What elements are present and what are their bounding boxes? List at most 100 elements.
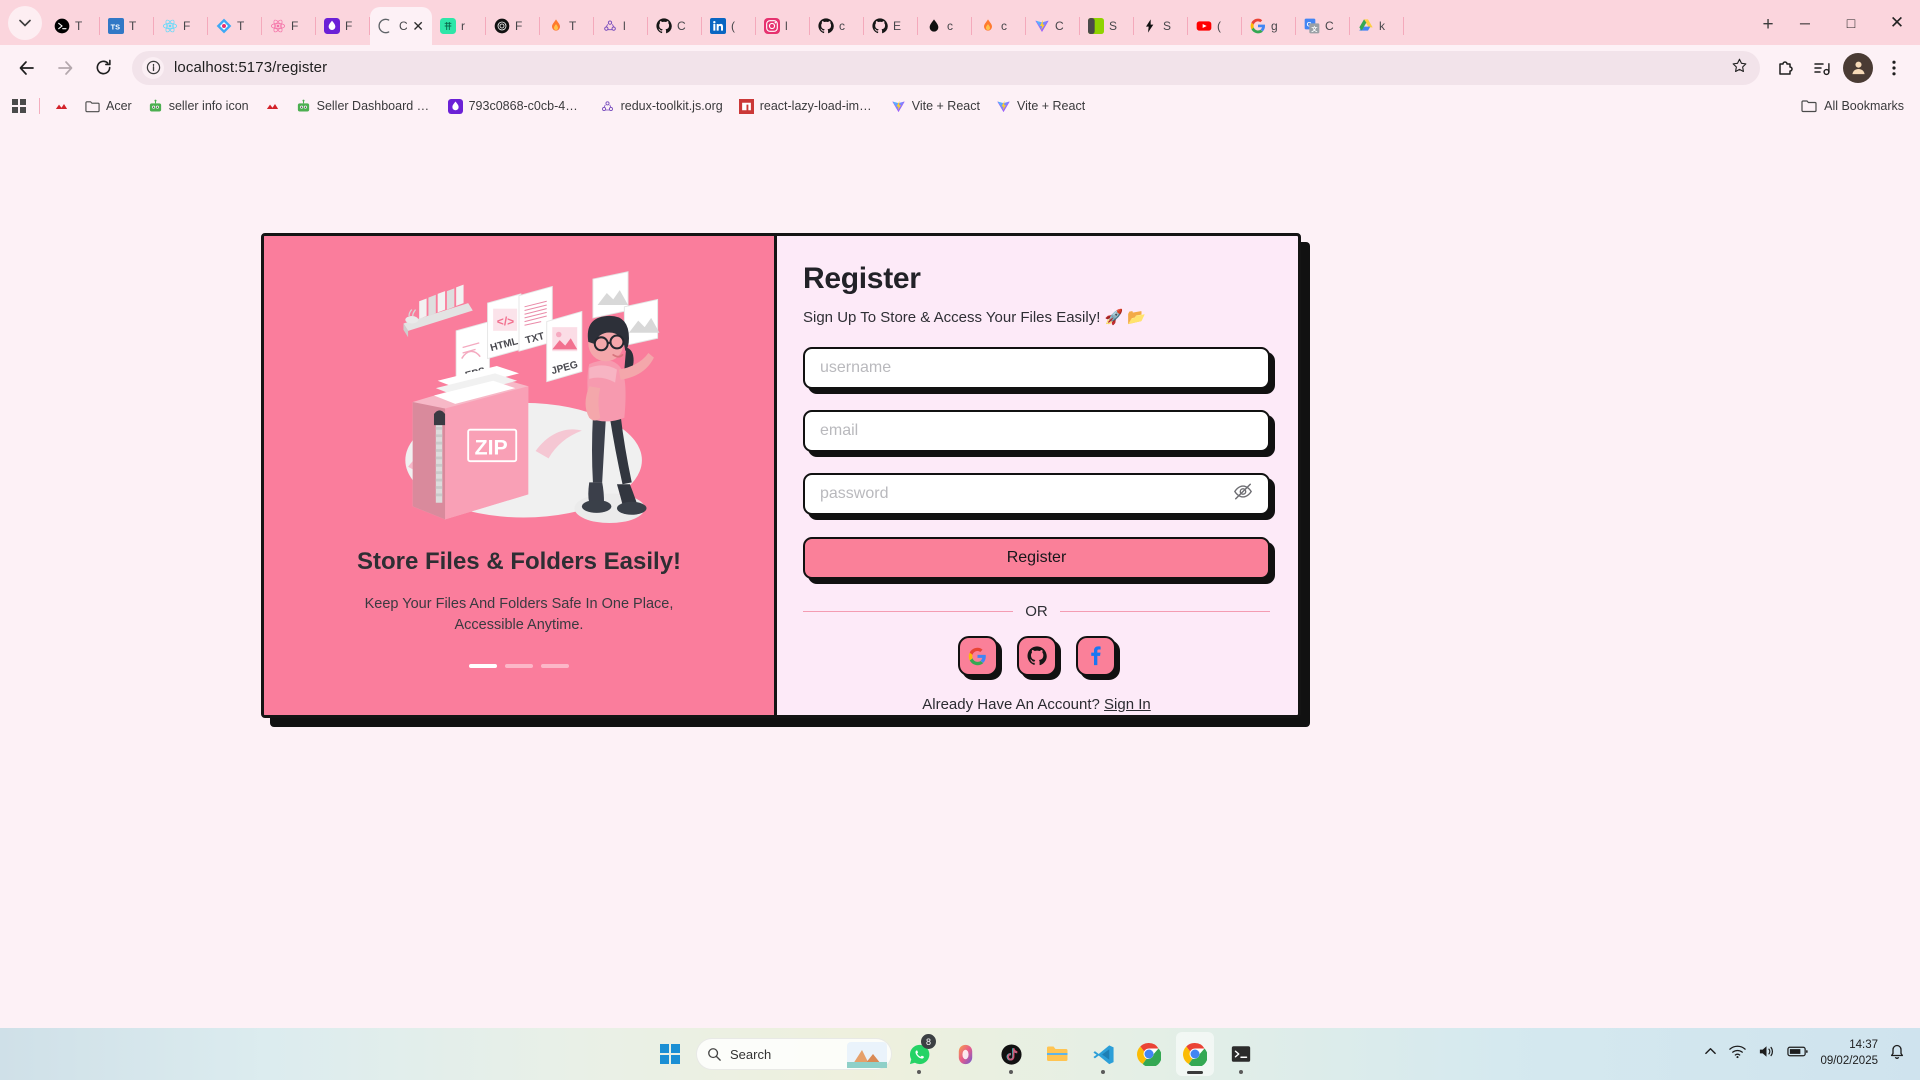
bookmark-item-1[interactable]: seller info icon (141, 95, 256, 118)
browser-tab-8[interactable]: F (486, 7, 540, 45)
username-input[interactable] (803, 347, 1270, 389)
github-icon (1027, 646, 1047, 666)
start-button[interactable] (660, 1044, 680, 1064)
carousel-dot-3[interactable] (541, 664, 569, 669)
vite-icon (1034, 18, 1050, 34)
taskbar-app-tiktok[interactable] (992, 1032, 1030, 1076)
carousel-dots[interactable] (469, 664, 569, 669)
bookmark-label: Seller Dashboard | T... (316, 99, 432, 113)
linkedin-icon (710, 18, 726, 34)
browser-tab-6[interactable]: C ✕ (370, 7, 432, 45)
arrow-left-icon (19, 60, 34, 75)
tab-title: F (515, 19, 523, 33)
browser-tab-13[interactable]: l (756, 7, 810, 45)
reload-button[interactable] (84, 49, 122, 87)
browser-tab-17[interactable]: c (972, 7, 1026, 45)
bookmark-star-icon[interactable] (1731, 57, 1748, 78)
bookmark-item-3[interactable]: 793c0868-c0cb-48e... (441, 95, 591, 118)
browser-tab-22[interactable]: g (1242, 7, 1296, 45)
taskbar-app-chrome-active[interactable] (1176, 1032, 1214, 1076)
bookmark-item-4[interactable]: redux-toolkit.js.org (593, 95, 730, 118)
bookmark-item-6[interactable]: Vite + React (884, 95, 987, 118)
browser-tab-7[interactable]: r (432, 7, 486, 45)
close-tab-button[interactable]: ✕ (412, 19, 424, 33)
browser-tab-20[interactable]: S (1134, 7, 1188, 45)
kebab-menu-icon (1892, 60, 1896, 75)
battery-icon[interactable] (1787, 1045, 1809, 1063)
tab-title: l (785, 19, 788, 33)
register-submit-button[interactable]: Register (803, 537, 1270, 579)
browser-tab-5[interactable]: F (316, 7, 370, 45)
bookmark-item-0[interactable]: Acer (78, 95, 139, 118)
facebook-login-button[interactable] (1075, 636, 1116, 676)
divider-line-right (1059, 611, 1270, 612)
google-drive-icon (1358, 18, 1374, 34)
tab-title: F (183, 19, 191, 33)
taskbar-app-vs-code[interactable] (1084, 1032, 1122, 1076)
email-input[interactable] (803, 410, 1270, 452)
address-bar-url[interactable]: localhost:5173/register (174, 59, 327, 76)
bookmark-item-2[interactable]: Seller Dashboard | T... (289, 95, 439, 118)
browser-tab-19[interactable]: S (1080, 7, 1134, 45)
taskbar-app-file-explorer[interactable] (1038, 1032, 1076, 1076)
browser-tab-16[interactable]: c (918, 7, 972, 45)
bookmark-item-7[interactable]: Vite + React (989, 95, 1092, 118)
close-window-button[interactable]: ✕ (1874, 0, 1920, 45)
site-info-icon[interactable] (142, 56, 164, 79)
notifications-bell-icon[interactable] (1890, 1044, 1904, 1065)
reload-icon (96, 59, 111, 75)
volume-icon[interactable] (1758, 1044, 1775, 1064)
tab-title: r (461, 19, 465, 33)
taskbar-app-terminal[interactable] (1222, 1032, 1260, 1076)
carousel-dot-1[interactable] (469, 664, 497, 669)
taskbar-clock[interactable]: 14:37 09/02/2025 (1820, 1038, 1878, 1069)
browser-tab-14[interactable]: c (810, 7, 864, 45)
browser-tab-1[interactable]: TS T (100, 7, 154, 45)
taskbar-search-box[interactable]: Search (696, 1038, 892, 1070)
taskbar-app-whatsapp[interactable]: 8 (900, 1032, 938, 1076)
browser-tab-10[interactable]: l (594, 7, 648, 45)
maximize-button[interactable]: □ (1828, 0, 1874, 45)
github-login-button[interactable] (1016, 636, 1057, 676)
google-login-button[interactable] (957, 636, 998, 676)
media-controls-button[interactable] (1804, 50, 1840, 86)
profile-avatar[interactable] (1843, 52, 1873, 83)
show-hidden-icons-button[interactable] (1704, 1045, 1717, 1063)
address-bar[interactable]: localhost:5173/register (132, 50, 1760, 85)
whatsapp-badge: 8 (921, 1034, 936, 1049)
chrome-menu-button[interactable] (1876, 50, 1912, 86)
toggle-password-visibility-icon[interactable] (1233, 482, 1253, 507)
all-bookmarks-button[interactable]: All Bookmarks (1801, 99, 1914, 113)
taskbar-search-placeholder: Search (730, 1046, 772, 1062)
tab-title: C (677, 19, 686, 33)
browser-tab-0[interactable]: T (46, 7, 100, 45)
browser-tab-11[interactable]: C (648, 7, 702, 45)
browser-tab-12[interactable]: ( (702, 7, 756, 45)
tab-title: l (623, 19, 626, 33)
carousel-dot-2[interactable] (505, 664, 533, 669)
browser-tab-4[interactable]: F (262, 7, 316, 45)
taskbar-app-copilot[interactable] (946, 1032, 984, 1076)
browser-tab-15[interactable]: E (864, 7, 918, 45)
tab-search-dropdown-button[interactable] (8, 6, 42, 40)
forward-button[interactable] (46, 49, 84, 87)
browser-tab-23[interactable]: G文 C (1296, 7, 1350, 45)
browser-tab-9[interactable]: T (540, 7, 594, 45)
bookmark-acer-arrows[interactable] (47, 95, 76, 118)
wifi-icon[interactable] (1729, 1044, 1747, 1064)
extensions-button[interactable] (1768, 50, 1804, 86)
browser-tab-3[interactable]: T (208, 7, 262, 45)
minimize-button[interactable]: ─ (1782, 0, 1828, 45)
browser-tab-21[interactable]: ( (1188, 7, 1242, 45)
apps-grid-icon[interactable] (6, 95, 32, 117)
browser-tab-24[interactable]: k (1350, 7, 1404, 45)
browser-tab-18[interactable]: C (1026, 7, 1080, 45)
password-input[interactable] (803, 473, 1270, 515)
bookmark-item-5[interactable]: react-lazy-load-ima... (732, 95, 882, 118)
taskbar-app-chrome[interactable] (1130, 1032, 1168, 1076)
sign-in-link[interactable]: Sign In (1104, 696, 1151, 713)
bookmark-acer-arrows[interactable] (258, 95, 287, 118)
new-tab-button[interactable]: + (1754, 11, 1782, 39)
back-button[interactable] (8, 49, 46, 87)
browser-tab-2[interactable]: F (154, 7, 208, 45)
